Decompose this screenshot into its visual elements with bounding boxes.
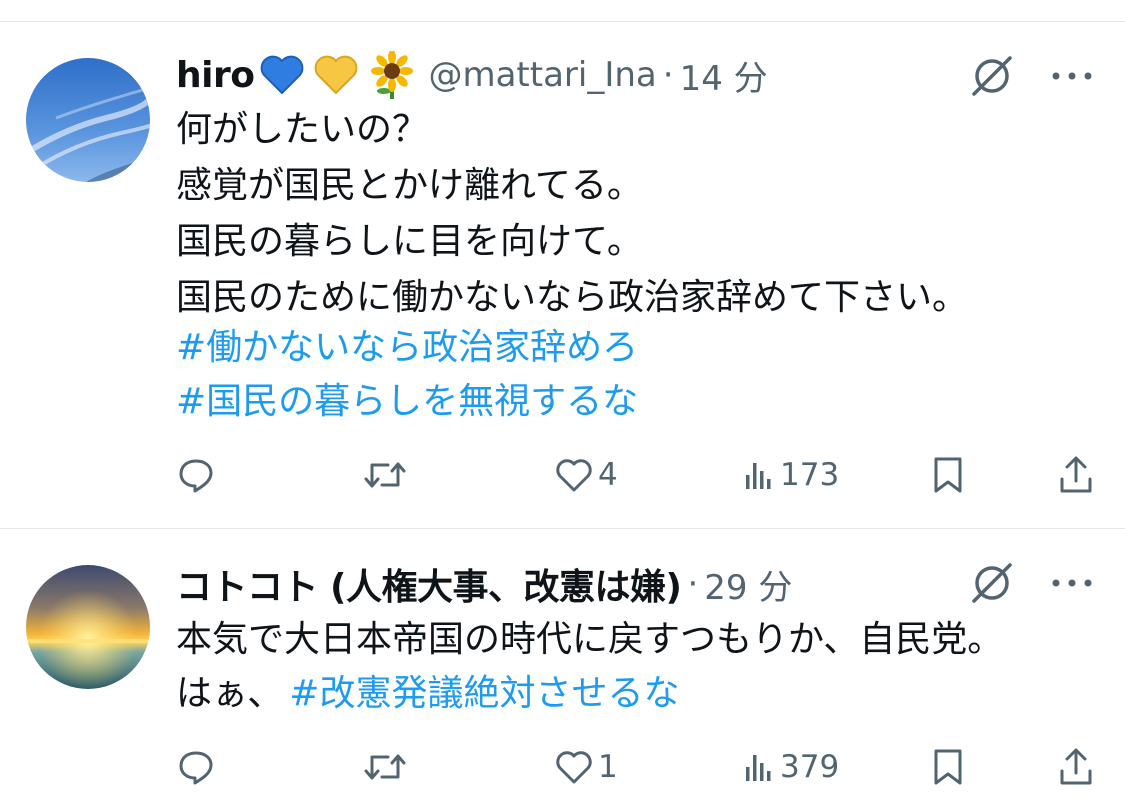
sunflower-emoji <box>370 51 414 99</box>
timestamp[interactable]: 29 分 <box>704 560 792 609</box>
grok-icon[interactable] <box>968 559 1016 607</box>
like-button[interactable]: 4 <box>554 450 618 500</box>
reply-button[interactable] <box>176 742 220 792</box>
share-button[interactable] <box>1058 742 1094 792</box>
retweet-icon <box>364 462 406 488</box>
blue-heart-emoji <box>260 55 304 95</box>
hashtag-link[interactable]: #改憲発議絶対させるな <box>289 673 679 714</box>
share-icon <box>1060 456 1092 493</box>
avatar[interactable] <box>26 565 150 689</box>
reply-button[interactable] <box>176 450 220 500</box>
user-handle[interactable]: @mattari_Ina <box>428 55 656 95</box>
tweet-text: はぁ、 <box>176 673 284 714</box>
tweet-text-line: 国民のために働かないなら政治家辞めて下さい。 <box>176 277 969 318</box>
grok-icon[interactable] <box>968 52 1016 100</box>
avatar[interactable] <box>26 58 150 182</box>
share-icon <box>1060 748 1092 785</box>
view-count: 379 <box>780 749 840 785</box>
more-icon[interactable] <box>1050 68 1094 84</box>
tweet-text-line: 感覚が国民とかけ離れてる。 <box>176 165 643 206</box>
bookmark-icon <box>934 457 962 493</box>
separator-dot: · <box>662 55 674 95</box>
tweet-text-line: 何がしたいの？ <box>176 109 429 150</box>
tweet-1[interactable]: hiro @mattari_Ina · 14 分 何がしたいの？ 感覚が国民とか… <box>0 0 1125 528</box>
hashtag-link[interactable]: #国民の暮らしを無視するな <box>176 374 638 430</box>
views-button[interactable]: 173 <box>744 450 839 500</box>
bookmark-button[interactable] <box>930 450 966 500</box>
separator-dot: · <box>687 564 699 604</box>
views-icon <box>746 463 771 489</box>
hashtag-link[interactable]: #働かないなら政治家辞めろ <box>176 320 638 376</box>
reply-icon <box>179 751 213 785</box>
tweet-text-line: はぁ、 #改憲発議絶対させるな <box>176 666 679 722</box>
retweet-button[interactable] <box>362 742 412 792</box>
retweet-button[interactable] <box>362 450 412 500</box>
heart-icon <box>556 751 592 784</box>
reply-icon <box>179 459 213 493</box>
tweet-header: hiro @mattari_Ina · 14 分 <box>176 50 768 100</box>
bookmark-button[interactable] <box>930 742 966 792</box>
like-count: 1 <box>598 749 618 785</box>
tweet-2[interactable]: コトコト (人権大事、改憲は嫌) · 29 分 本気で大日本帝国の時代に戻すつも… <box>0 529 1125 811</box>
display-name[interactable]: hiro <box>176 55 255 96</box>
view-count: 173 <box>780 457 840 493</box>
views-icon <box>746 755 771 781</box>
tweet-text-line: 国民の暮らしに目を向けて。 <box>176 221 643 262</box>
bookmark-icon <box>934 749 962 785</box>
like-button[interactable]: 1 <box>554 742 618 792</box>
share-button[interactable] <box>1058 450 1094 500</box>
views-button[interactable]: 379 <box>744 742 839 792</box>
tweet-header: コトコト (人権大事、改憲は嫌) · 29 分 <box>176 559 792 609</box>
tweet-text-line: 本気で大日本帝国の時代に戻すつもりか、自民党。 <box>176 619 1004 660</box>
heart-icon <box>556 459 592 492</box>
yellow-heart-emoji <box>314 55 358 95</box>
like-count: 4 <box>598 457 618 493</box>
display-name[interactable]: コトコト (人権大事、改憲は嫌) <box>176 558 682 610</box>
more-icon[interactable] <box>1050 575 1094 591</box>
retweet-icon <box>364 754 406 780</box>
timestamp[interactable]: 14 分 <box>680 51 768 100</box>
